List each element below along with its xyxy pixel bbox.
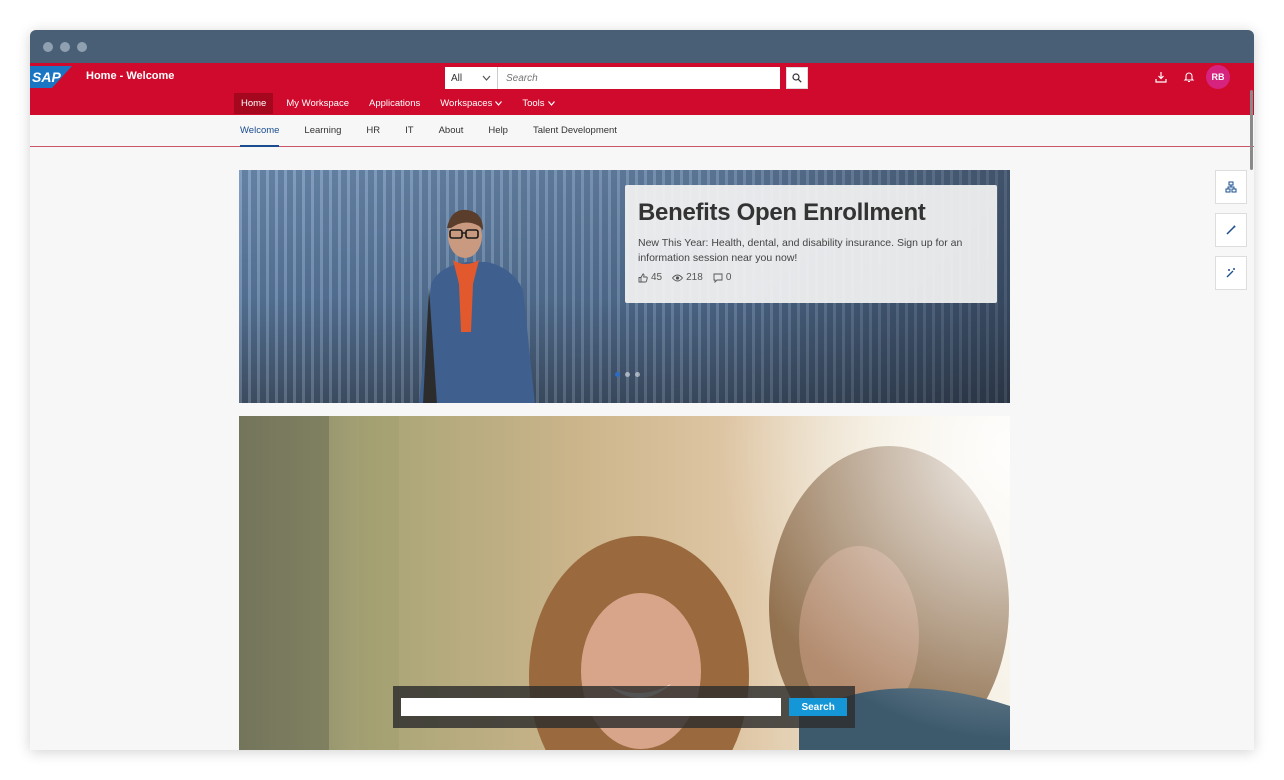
topnav-item-applications[interactable]: Applications — [362, 93, 427, 114]
tab-welcome[interactable]: Welcome — [240, 115, 280, 147]
topnav-label: My Workspace — [286, 98, 349, 109]
view-stat: 218 — [672, 272, 703, 283]
eye-icon — [672, 274, 684, 281]
tab-talent-development[interactable]: Talent Development — [533, 115, 617, 147]
carousel-dot[interactable] — [615, 372, 620, 377]
hero-description: New This Year: Health, dental, and disab… — [638, 237, 963, 264]
app-title: Home - Welcome — [86, 70, 175, 82]
download-icon[interactable] — [1154, 70, 1168, 84]
topnav-label: Home — [241, 98, 267, 109]
search-icon — [792, 73, 802, 83]
topnav-label: Applications — [369, 98, 421, 109]
window-maximize-dot[interactable] — [77, 41, 87, 52]
topnav-label: Tools — [522, 98, 545, 109]
view-count: 218 — [686, 272, 703, 283]
search-input[interactable] — [498, 67, 780, 89]
sap-logo[interactable]: SAP — [30, 66, 72, 88]
customize-button[interactable] — [1215, 256, 1247, 290]
search-scope-value: All — [451, 72, 463, 84]
like-stat[interactable]: 45 — [638, 272, 662, 283]
window-titlebar — [30, 30, 1254, 63]
hierarchy-button[interactable] — [1215, 170, 1247, 204]
sap-logo-text: SAP — [32, 69, 61, 85]
tab-it[interactable]: IT — [405, 115, 413, 147]
chevron-down-icon — [547, 101, 555, 106]
hero-title: Benefits Open Enrollment — [638, 199, 926, 226]
user-avatar[interactable]: RB — [1206, 65, 1230, 89]
comment-icon — [713, 273, 723, 283]
hero-stats: 45 218 0 — [638, 272, 984, 283]
hero-card: Benefits Open Enrollment New This Year: … — [625, 185, 997, 303]
banner-search-bar: Search — [393, 686, 855, 728]
browser-window: SAP Home - Welcome All RB Home My Worksp… — [30, 30, 1254, 750]
tab-about[interactable]: About — [439, 115, 464, 147]
page-scrollbar[interactable] — [1250, 90, 1253, 170]
magic-wand-icon — [1226, 268, 1235, 278]
topnav-item-my-workspace[interactable]: My Workspace — [279, 93, 356, 114]
window-close-dot[interactable] — [43, 41, 53, 52]
tab-learning[interactable]: Learning — [304, 115, 341, 147]
hierarchy-icon — [1225, 181, 1237, 193]
pencil-icon — [1226, 225, 1236, 235]
hero-banner[interactable]: Benefits Open Enrollment New This Year: … — [239, 170, 1010, 403]
like-count: 45 — [651, 272, 663, 283]
topnav-item-tools[interactable]: Tools — [515, 93, 561, 114]
search-button[interactable] — [786, 67, 808, 89]
banner-search-button[interactable]: Search — [789, 698, 847, 716]
tab-help[interactable]: Help — [488, 115, 508, 147]
sub-navigation: Welcome Learning HR IT About Help Talent… — [30, 115, 1254, 147]
tab-hr[interactable]: HR — [366, 115, 380, 147]
edit-button[interactable] — [1215, 213, 1247, 247]
banner-search-input[interactable] — [401, 698, 782, 716]
comment-stat[interactable]: 0 — [713, 272, 732, 283]
window-minimize-dot[interactable] — [60, 41, 70, 52]
search-banner: Search — [239, 416, 1010, 750]
topnav-item-workspaces[interactable]: Workspaces — [433, 93, 509, 114]
top-navigation: Home My Workspace Applications Workspace… — [234, 93, 562, 114]
carousel-dot[interactable] — [625, 372, 630, 377]
topnav-item-home[interactable]: Home — [234, 93, 274, 114]
carousel-dot[interactable] — [635, 372, 640, 377]
hero-person-image — [419, 209, 535, 403]
topnav-label: Workspaces — [440, 98, 493, 109]
thumbs-up-icon — [638, 273, 648, 282]
shell-search: All — [445, 67, 808, 89]
bell-icon[interactable] — [1182, 70, 1196, 84]
comment-count: 0 — [725, 272, 732, 283]
carousel-indicator — [615, 372, 640, 377]
chevron-down-icon — [495, 101, 503, 106]
chevron-down-icon — [482, 73, 491, 83]
search-scope-select[interactable]: All — [445, 67, 498, 89]
shell-bar: SAP Home - Welcome All RB Home My Worksp… — [30, 63, 1254, 115]
